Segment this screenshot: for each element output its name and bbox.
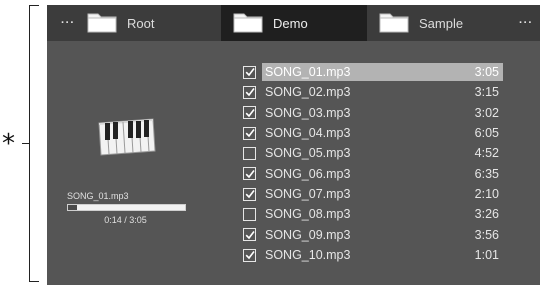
folder-icon [87, 11, 117, 36]
annotation-asterisk: * [2, 129, 15, 159]
song-row[interactable]: SONG_04.mp3 6:05 [243, 123, 503, 143]
song-name: SONG_02.mp3 [265, 85, 351, 100]
playback-progress-bar[interactable] [67, 204, 186, 211]
song-duration: 1:01 [474, 248, 499, 263]
song-duration: 3:56 [474, 227, 499, 242]
song-row-body: SONG_06.mp3 6:35 [262, 165, 503, 183]
song-row[interactable]: SONG_02.mp3 3:15 [243, 82, 503, 102]
song-checkbox[interactable] [243, 207, 256, 221]
song-name: SONG_05.mp3 [265, 146, 351, 161]
song-row[interactable]: SONG_03.mp3 3:02 [243, 103, 503, 123]
song-row-body: SONG_10.mp3 1:01 [262, 246, 503, 264]
song-row[interactable]: SONG_05.mp3 4:52 [243, 143, 503, 163]
song-name: SONG_04.mp3 [265, 126, 351, 141]
song-row-body: SONG_08.mp3 3:26 [262, 205, 503, 223]
folder-icon [379, 11, 409, 36]
song-checkbox[interactable] [243, 85, 256, 99]
song-duration: 3:26 [474, 207, 499, 222]
song-name: SONG_01.mp3 [265, 65, 351, 80]
tab-label: Root [127, 15, 155, 31]
song-row[interactable]: SONG_09.mp3 3:56 [243, 225, 503, 245]
song-row[interactable]: SONG_07.mp3 2:10 [243, 184, 503, 204]
song-duration: 6:05 [474, 126, 499, 141]
song-list: SONG_01.mp3 3:05 SONG_02.mp3 3:15 SONG_03.mp… [243, 62, 503, 265]
song-name: SONG_10.mp3 [265, 248, 351, 263]
tab-label: Demo [273, 15, 308, 31]
annotation-bracket [29, 5, 39, 282]
song-checkbox[interactable] [243, 228, 256, 242]
song-row-body: SONG_01.mp3 3:05 [262, 63, 503, 82]
song-row[interactable]: SONG_08.mp3 3:26 [243, 204, 503, 224]
song-checkbox[interactable] [243, 65, 256, 79]
song-checkbox[interactable] [243, 248, 256, 262]
song-checkbox[interactable] [243, 106, 256, 120]
song-duration: 3:02 [474, 105, 499, 120]
song-row-body: SONG_03.mp3 3:02 [262, 104, 503, 122]
song-checkbox[interactable] [243, 187, 256, 201]
tab-label: Sample [419, 15, 464, 31]
tab-scroll-right-button[interactable]: ··· [513, 5, 539, 41]
song-name: SONG_09.mp3 [265, 227, 351, 242]
song-row-body: SONG_04.mp3 6:05 [262, 124, 503, 142]
song-duration: 4:52 [474, 146, 499, 161]
now-playing-panel: SONG_01.mp3 0:14 / 3:05 [47, 41, 227, 285]
tab-sample[interactable]: Sample [367, 5, 513, 41]
song-row-body: SONG_02.mp3 3:15 [262, 83, 503, 101]
song-row-body: SONG_07.mp3 2:10 [262, 185, 503, 203]
folder-icon [233, 11, 263, 36]
tab-demo[interactable]: Demo [221, 5, 367, 41]
song-name: SONG_07.mp3 [265, 187, 351, 202]
song-checkbox[interactable] [243, 167, 256, 181]
tab-root[interactable]: Root [75, 5, 221, 41]
now-playing-filename: SONG_01.mp3 [67, 191, 129, 201]
media-browser-panel: ··· Root Demo Sample ··· SONG_01.mp3 0:1… [47, 5, 540, 285]
song-row-body: SONG_09.mp3 3:56 [262, 226, 503, 244]
song-row-body: SONG_05.mp3 4:52 [262, 144, 503, 162]
song-name: SONG_06.mp3 [265, 166, 351, 181]
folder-tab-bar: ··· Root Demo Sample ··· [47, 5, 540, 41]
song-name: SONG_03.mp3 [265, 105, 351, 120]
song-duration: 3:05 [474, 65, 499, 80]
song-checkbox[interactable] [243, 146, 256, 160]
song-row[interactable]: SONG_10.mp3 1:01 [243, 245, 503, 265]
playback-time-readout: 0:14 / 3:05 [104, 215, 147, 225]
song-duration: 6:35 [474, 166, 499, 181]
song-duration: 3:15 [474, 85, 499, 100]
song-row[interactable]: SONG_01.mp3 3:05 [243, 62, 503, 82]
song-duration: 2:10 [474, 187, 499, 202]
song-name: SONG_08.mp3 [265, 207, 351, 222]
playback-progress-fill [68, 205, 77, 210]
song-row[interactable]: SONG_06.mp3 6:35 [243, 164, 503, 184]
piano-keyboard-icon [97, 113, 157, 162]
song-checkbox[interactable] [243, 126, 256, 140]
